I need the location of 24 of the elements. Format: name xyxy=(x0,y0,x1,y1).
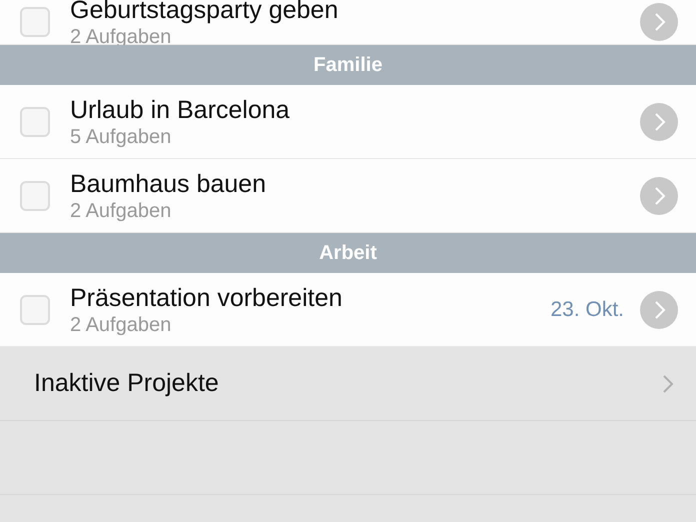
project-row[interactable]: Baumhaus bauen 2 Aufgaben xyxy=(0,159,696,233)
project-title: Baumhaus bauen xyxy=(70,168,267,198)
checkbox[interactable] xyxy=(20,106,50,136)
checkbox[interactable] xyxy=(20,7,50,37)
project-title: Geburtstagsparty geben xyxy=(70,0,340,25)
section-header: Arbeit xyxy=(0,233,696,273)
project-row[interactable]: Geburtstagsparty geben 2 Aufgaben xyxy=(0,0,696,45)
project-row[interactable]: Präsentation vorbereiten 2 Aufgaben 23. Okt. xyxy=(0,273,696,347)
due-date: 23. Okt. xyxy=(550,298,624,322)
row-label: Inaktive Projekte xyxy=(34,369,220,398)
chevron-icon xyxy=(662,374,674,394)
task-count: 2 Aufgaben xyxy=(70,312,172,336)
checkbox[interactable] xyxy=(20,294,50,324)
project-title: Urlaub in Barcelona xyxy=(70,94,291,124)
task-count: 2 Aufgaben xyxy=(70,198,172,222)
chevron-circle-icon[interactable] xyxy=(640,3,678,41)
task-count: 5 Aufgaben xyxy=(70,124,172,148)
project-title: Präsentation vorbereiten xyxy=(70,282,344,312)
section-header: Familie xyxy=(0,45,696,85)
project-row[interactable]: Urlaub in Barcelona 5 Aufgaben xyxy=(0,85,696,159)
chevron-circle-icon[interactable] xyxy=(640,290,678,328)
chevron-circle-icon[interactable] xyxy=(640,102,678,140)
checkbox[interactable] xyxy=(20,180,50,210)
chevron-circle-icon[interactable] xyxy=(640,176,678,214)
